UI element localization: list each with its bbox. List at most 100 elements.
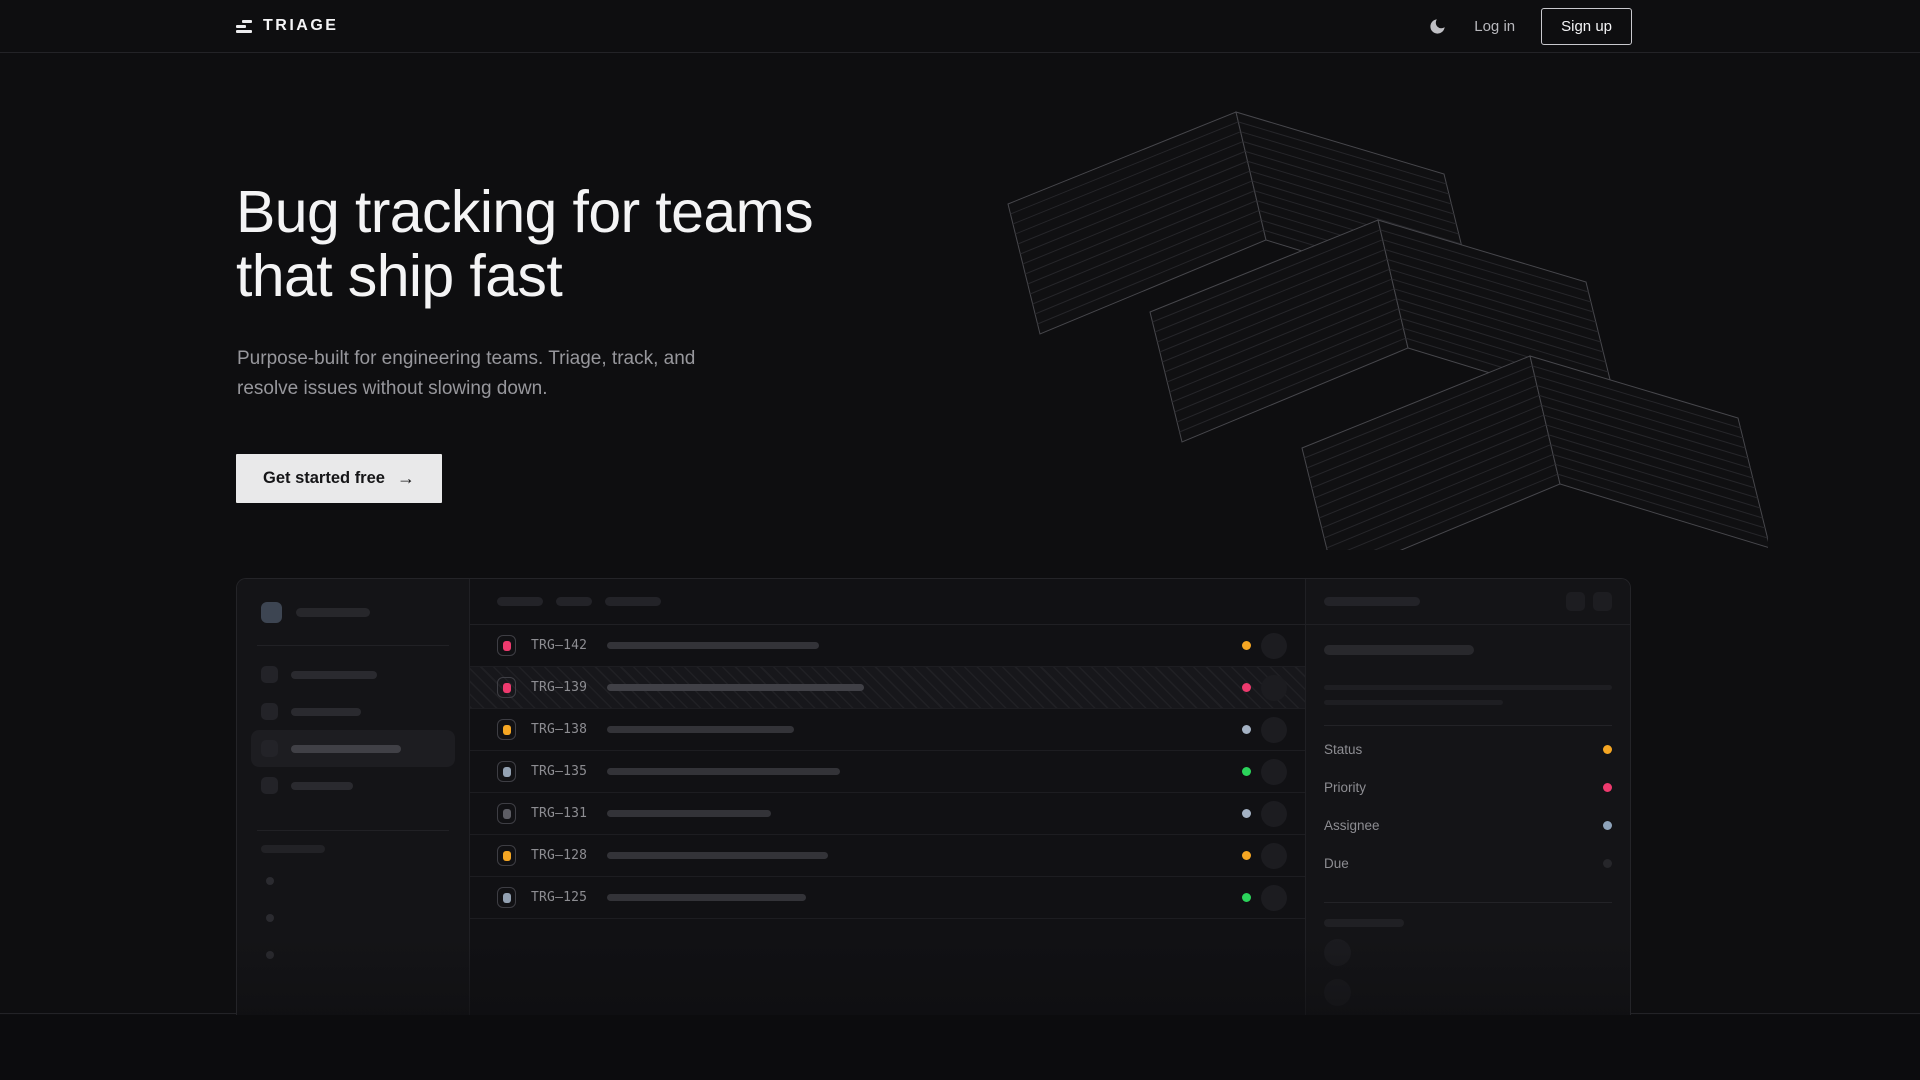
assignee-avatar [1261, 759, 1287, 785]
assignee-avatar [1261, 675, 1287, 701]
issue-id: TRG–125 [531, 890, 607, 905]
sidebar-divider [257, 830, 449, 831]
field-label: Status [1324, 742, 1362, 757]
description-line-skeleton [1324, 685, 1612, 690]
hero-title-line2: that ship fast [236, 243, 562, 309]
section-label-skeleton [261, 845, 325, 853]
issue-row[interactable]: TRG–135 [470, 751, 1305, 793]
status-dot [1242, 851, 1251, 860]
field-label: Assignee [1324, 818, 1380, 833]
sidebar-nav-item-3-active[interactable] [251, 730, 455, 767]
issue-id: TRG–138 [531, 722, 607, 737]
description-line-skeleton [1324, 700, 1503, 705]
panel-action-button[interactable] [1566, 592, 1585, 611]
sidebar-nav-item-2[interactable] [251, 693, 455, 730]
issue-title-skeleton [607, 726, 794, 733]
issue-row[interactable]: TRG–125 [470, 877, 1305, 919]
panel-title-skeleton [1324, 597, 1420, 606]
assignee-avatar [1261, 885, 1287, 911]
issue-row[interactable]: TRG–142 [470, 625, 1305, 667]
detail-field-row[interactable]: Priority [1324, 768, 1612, 806]
header-nav: Log in Sign up [1426, 8, 1632, 45]
mockup-detail-panel: Status Priority Assignee Due [1305, 579, 1630, 1068]
toolbar-pill-skeleton [497, 597, 543, 606]
field-value-dot [1603, 859, 1612, 868]
detail-panel-header [1306, 579, 1630, 625]
triage-logo-icon [236, 20, 252, 33]
issue-list: TRG–142 TRG–139 TRG–138 TRG–135 [470, 625, 1305, 919]
status-dot [1242, 683, 1251, 692]
issue-type-icon [497, 845, 516, 866]
workspace-switcher[interactable] [261, 602, 445, 623]
issue-id: TRG–135 [531, 764, 607, 779]
field-value-dot [1603, 783, 1612, 792]
theme-toggle-button[interactable] [1426, 15, 1448, 37]
issue-title-skeleton [607, 810, 771, 817]
nav-label-skeleton [291, 782, 353, 790]
assignee-avatar [1261, 633, 1287, 659]
get-started-button[interactable]: Get started free → [236, 454, 442, 503]
sidebar-nav-item-1[interactable] [251, 656, 455, 693]
hero-title: Bug tracking for teams that ship fast [236, 180, 813, 308]
issue-row[interactable]: TRG–139 [470, 667, 1305, 709]
detail-field-row[interactable]: Status [1324, 730, 1612, 768]
arrow-right-icon: → [397, 468, 415, 489]
nav-icon-placeholder [261, 777, 278, 794]
sidebar-dot-item [266, 914, 274, 922]
issue-type-icon [497, 761, 516, 782]
toolbar-pill-skeleton [605, 597, 661, 606]
hero-title-line1: Bug tracking for teams [236, 179, 813, 245]
issue-row[interactable]: TRG–138 [470, 709, 1305, 751]
panel-actions [1566, 592, 1612, 611]
signup-button[interactable]: Sign up [1541, 8, 1632, 45]
field-list: Status Priority Assignee Due [1324, 730, 1612, 882]
issue-title-skeleton [607, 768, 840, 775]
footer-label-skeleton [1324, 919, 1404, 927]
toolbar-pill-skeleton [556, 597, 592, 606]
issue-title-skeleton [607, 852, 828, 859]
field-label: Priority [1324, 780, 1366, 795]
issue-type-icon [497, 635, 516, 656]
hero-subtitle-line2: resolve issues without slowing down. [237, 378, 548, 399]
status-dot [1242, 893, 1251, 902]
issue-type-icon [497, 677, 516, 698]
brand-name: TRIAGE [263, 17, 338, 35]
issue-id: TRG–142 [531, 638, 607, 653]
moon-icon [1428, 17, 1447, 36]
brand-logo[interactable]: TRIAGE [236, 17, 338, 35]
sidebar-divider [257, 645, 449, 646]
panel-divider [1324, 725, 1612, 726]
assignee-avatar [1261, 717, 1287, 743]
assignee-avatar [1261, 843, 1287, 869]
activity-avatar-skeleton [1324, 939, 1351, 966]
nav-label-skeleton [291, 671, 377, 679]
field-label: Due [1324, 856, 1349, 871]
issue-id: TRG–131 [531, 806, 607, 821]
issue-row[interactable]: TRG–131 [470, 793, 1305, 835]
site-header: TRIAGE Log in Sign up [0, 0, 1920, 53]
login-link[interactable]: Log in [1474, 18, 1515, 35]
hero-subtitle: Purpose-built for engineering teams. Tri… [237, 344, 695, 404]
detail-field-row[interactable]: Assignee [1324, 806, 1612, 844]
issue-row[interactable]: TRG–128 [470, 835, 1305, 877]
status-dot [1242, 725, 1251, 734]
assignee-avatar [1261, 801, 1287, 827]
nav-icon-placeholder [261, 703, 278, 720]
issue-id: TRG–128 [531, 848, 607, 863]
issue-type-icon [497, 803, 516, 824]
hero-section: Bug tracking for teams that ship fast Pu… [0, 54, 1920, 1014]
issue-title-skeleton [607, 642, 819, 649]
panel-divider [1324, 902, 1612, 903]
detail-field-row[interactable]: Due [1324, 844, 1612, 882]
issue-title-skeleton [607, 894, 806, 901]
panel-action-button[interactable] [1593, 592, 1612, 611]
sidebar-nav-item-4[interactable] [251, 767, 455, 804]
mockup-sidebar [237, 579, 470, 1068]
issue-title-skeleton [1324, 645, 1474, 655]
nav-label-skeleton [291, 745, 401, 753]
issue-type-icon [497, 719, 516, 740]
nav-label-skeleton [291, 708, 361, 716]
field-value-dot [1603, 821, 1612, 830]
status-dot [1242, 641, 1251, 650]
activity-avatar-skeleton [1324, 979, 1351, 1006]
